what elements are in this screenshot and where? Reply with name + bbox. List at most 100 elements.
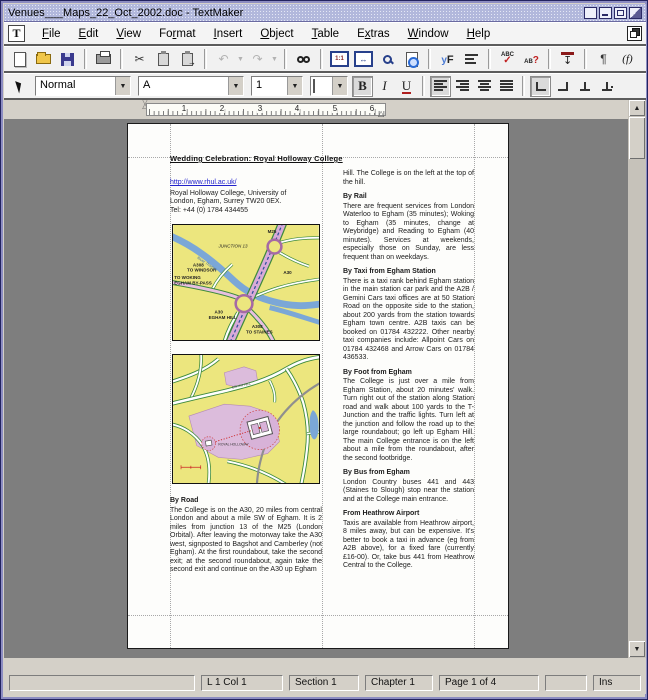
insert-field-button[interactable]: (f)	[616, 48, 639, 70]
status-insert-mode[interactable]: Ins	[593, 675, 641, 691]
font-color-picker[interactable]: ▼	[310, 76, 348, 96]
document-restore-icon[interactable]	[627, 26, 642, 41]
menu-edit[interactable]: Edit	[70, 25, 108, 43]
font-size-combobox[interactable]: 1 ▼	[251, 76, 303, 96]
bold-button[interactable]: B	[352, 76, 373, 97]
scrollbar-thumb[interactable]	[629, 117, 645, 159]
new-document-button[interactable]	[8, 48, 31, 70]
minimize-icon	[602, 14, 608, 16]
status-chapter: Chapter 1	[365, 675, 433, 691]
status-page: Page 1 of 4	[439, 675, 539, 691]
align-right-button[interactable]	[452, 76, 473, 97]
field-icon: (f)	[622, 53, 632, 65]
align-justify-button[interactable]	[496, 76, 517, 97]
menu-table[interactable]: Table	[303, 25, 349, 43]
object-mode-button[interactable]	[8, 75, 31, 97]
font-combobox[interactable]: A ▼	[138, 76, 244, 96]
paste-button[interactable]	[176, 48, 199, 70]
document-page[interactable]: Wedding Celebration: Royal Holloway Coll…	[127, 123, 509, 649]
bold-icon: B	[358, 78, 367, 94]
italic-button[interactable]: I	[374, 76, 395, 97]
rhul-hyperlink[interactable]: http://www.rhul.ac.uk/	[170, 179, 322, 188]
tab-left-button[interactable]	[530, 76, 551, 97]
chevron-down-icon[interactable]: ▼	[228, 77, 243, 95]
menu-insert[interactable]: Insert	[205, 25, 252, 43]
print-button[interactable]	[92, 48, 115, 70]
vertical-scrollbar[interactable]: ▲ ▼	[628, 100, 646, 658]
document-heading: Wedding Celebration: Royal Holloway Coll…	[170, 154, 343, 163]
fit-width-button[interactable]: ↔	[352, 48, 375, 70]
italic-icon: I	[382, 78, 386, 94]
tab-decimal-icon	[602, 82, 612, 91]
menu-object[interactable]: Object	[251, 25, 302, 43]
section-body: The College is on the A30, 20 miles from…	[170, 507, 322, 575]
menu-extras[interactable]: Extras	[348, 25, 399, 43]
open-button[interactable]	[32, 48, 55, 70]
shade-button[interactable]	[584, 7, 597, 19]
scroll-up-button[interactable]: ▲	[629, 100, 645, 116]
app-icon[interactable]: T	[8, 25, 25, 42]
margin-guide	[474, 124, 475, 648]
zoom-100-button[interactable]: 1:1	[328, 48, 351, 70]
section-heading: By Taxi from Egham Station	[343, 268, 474, 277]
magnifier-icon	[383, 55, 392, 64]
horizontal-ruler[interactable]: 1 2 3 4 5 6	[146, 103, 386, 116]
menu-window[interactable]: Window	[399, 25, 458, 43]
spellcheck-button[interactable]: ABC✓	[496, 48, 519, 70]
separator	[120, 49, 123, 69]
align-left-button[interactable]	[430, 76, 451, 97]
thesaurus-icon: AB?	[524, 50, 539, 68]
style-combobox[interactable]: Normal ▼	[35, 76, 131, 96]
menu-help[interactable]: Help	[458, 25, 500, 43]
road-map-image[interactable]: M25 JUNCTION 13 A308 TO WINDSOR TO WOKIN…	[172, 224, 320, 341]
ruler-number: 4	[294, 104, 300, 113]
page-preview-icon	[406, 52, 418, 67]
chevron-down-icon[interactable]: ▼	[287, 77, 302, 95]
menu-view[interactable]: View	[107, 25, 150, 43]
maximize-icon	[617, 10, 624, 16]
campus-map-image[interactable]: ROYAL HOLLOWAY EGHAM HILL	[172, 354, 320, 484]
redo-dropdown[interactable]: ▼	[270, 48, 279, 70]
undo-dropdown[interactable]: ▼	[236, 48, 245, 70]
formatting-marks-button[interactable]: ¶	[592, 48, 615, 70]
close-button[interactable]	[629, 7, 642, 19]
tab-decimal-button[interactable]	[596, 76, 617, 97]
tab-center-button[interactable]	[574, 76, 595, 97]
formatting-toolbar: Normal ▼ A ▼ 1 ▼ ▼ B I U	[4, 73, 646, 100]
save-floppy-icon	[61, 53, 74, 66]
minimize-button[interactable]	[599, 7, 612, 19]
thesaurus-button[interactable]: AB?	[520, 48, 543, 70]
separator	[422, 76, 425, 96]
tab-right-button[interactable]	[552, 76, 573, 97]
heathrow-section: From Heathrow Airport Taxis are availabl…	[343, 510, 474, 571]
print-preview-button[interactable]	[400, 48, 423, 70]
title-bar[interactable]: Venues___Maps_22_Oct_2002.doc - TextMake…	[4, 4, 646, 22]
ruler-number: 6	[369, 104, 375, 113]
goto-button[interactable]	[556, 48, 579, 70]
find-button[interactable]	[292, 48, 315, 70]
ruler-number: 2	[219, 104, 225, 113]
underline-button[interactable]: U	[396, 76, 417, 97]
chevron-down-icon[interactable]: ▼	[332, 77, 347, 95]
scroll-down-button[interactable]: ▼	[629, 641, 645, 657]
goto-icon	[561, 52, 574, 67]
by-foot-section: By Foot from Egham The College is just o…	[343, 369, 474, 464]
indent-marker-right[interactable]: △	[378, 109, 384, 118]
menu-format[interactable]: Format	[150, 25, 204, 43]
paragraph-format-button[interactable]	[460, 48, 483, 70]
menu-file[interactable]: File	[33, 25, 70, 43]
chevron-down-icon[interactable]: ▼	[115, 77, 130, 95]
copy-button[interactable]	[152, 48, 175, 70]
cut-button[interactable]: ✂	[128, 48, 151, 70]
right-column: Hill. The College is on the left at the …	[343, 170, 474, 577]
character-format-button[interactable]: yF	[436, 48, 459, 70]
maximize-button[interactable]	[614, 7, 627, 19]
undo-button[interactable]: ↶	[212, 48, 235, 70]
save-button[interactable]	[56, 48, 79, 70]
paragraph-format-icon	[465, 54, 478, 65]
align-center-button[interactable]	[474, 76, 495, 97]
status-section: Section 1	[289, 675, 359, 691]
zoom-button[interactable]	[376, 48, 399, 70]
tab-right-icon	[558, 82, 568, 91]
redo-button[interactable]: ↷	[246, 48, 269, 70]
